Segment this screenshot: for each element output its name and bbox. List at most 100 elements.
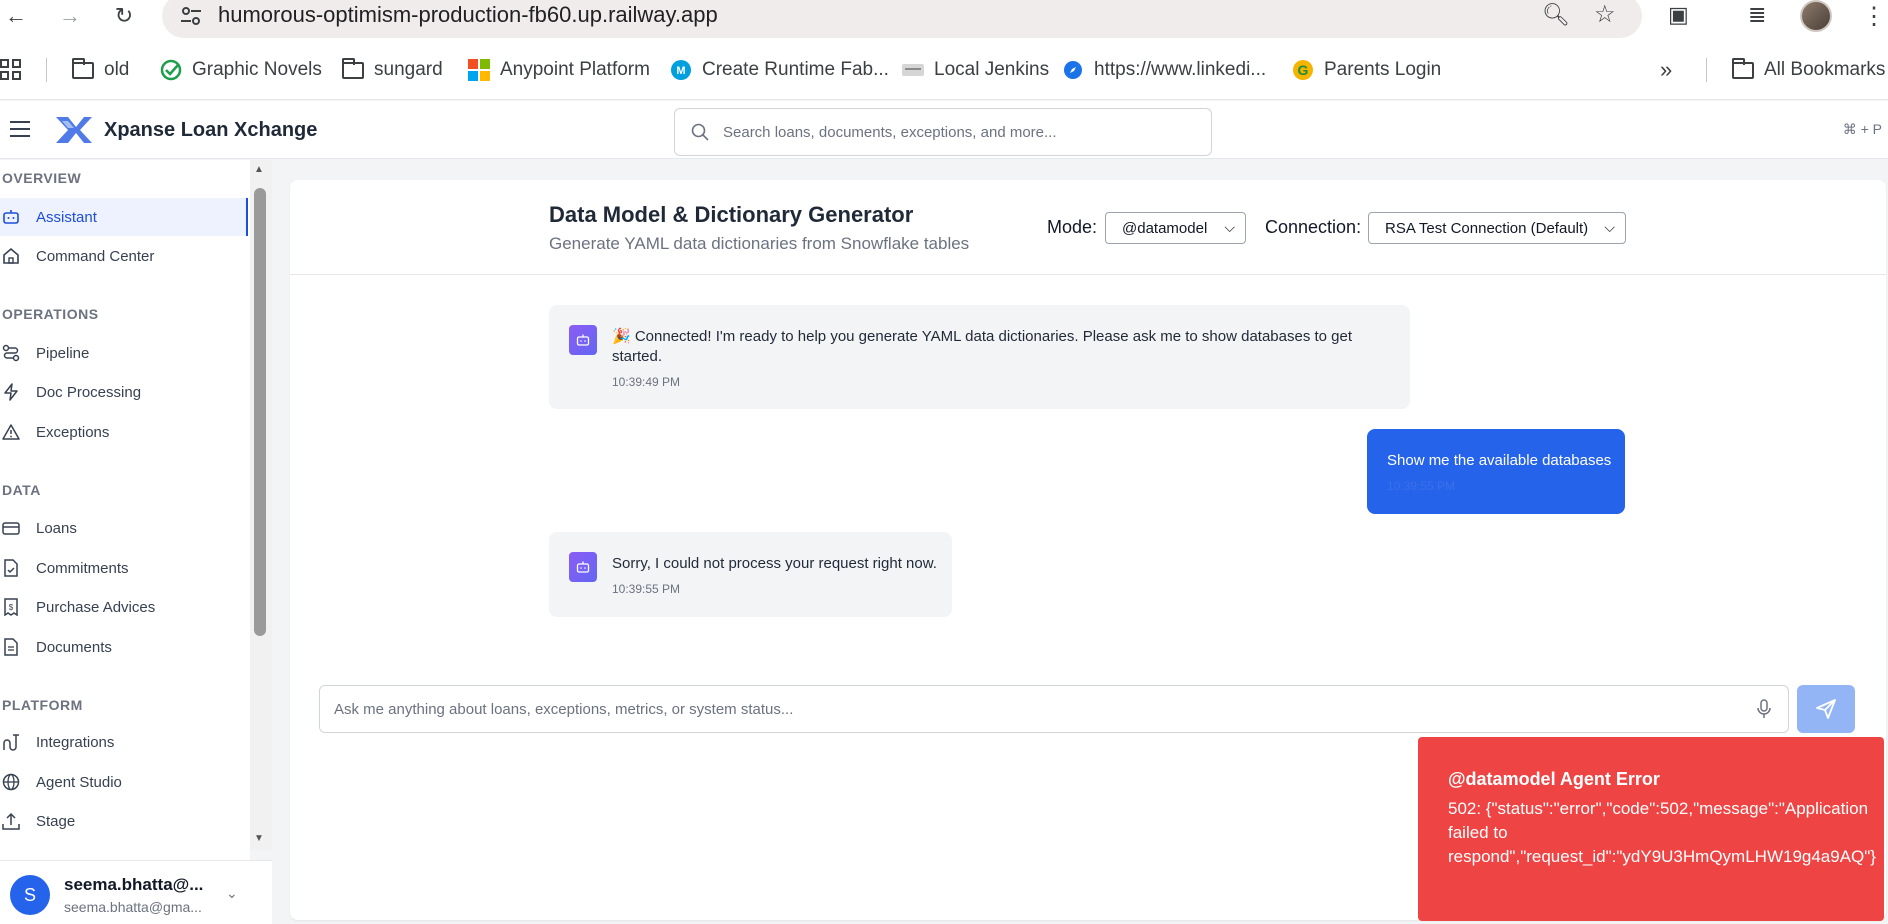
bookmark-star-icon[interactable]: ☆	[1594, 0, 1616, 29]
sidebar-item-command-center[interactable]: Command Center	[0, 237, 248, 275]
app-header: Xpanse Loan Xchange ⌘ + P	[0, 101, 1888, 159]
toast-message: 502: {"status":"error","code":502,"messa…	[1448, 799, 1876, 866]
message-text: 🎉 Connected! I'm ready to help you gener…	[612, 328, 1353, 365]
sidebar-scrollbar[interactable]: ▲ ▼	[250, 160, 272, 850]
plug-icon	[2, 733, 20, 751]
message-timestamp: 10:39:55 PM	[1387, 479, 1456, 493]
scroll-down-icon[interactable]: ▼	[254, 833, 264, 844]
user-name: seema.bhatta@...	[64, 875, 204, 894]
section-overview: OVERVIEW	[2, 170, 82, 186]
menu-icon[interactable]	[10, 121, 30, 137]
all-bookmarks[interactable]: All Bookmarks	[1732, 56, 1885, 84]
send-icon	[1816, 699, 1836, 719]
section-platform: PLATFORM	[2, 697, 83, 713]
bookmark-runtime-fabric[interactable]: M Create Runtime Fab...	[670, 56, 889, 84]
bookmark-parents-login[interactable]: G Parents Login	[1292, 56, 1441, 84]
receipt-icon: $	[2, 598, 20, 616]
chat-input[interactable]	[334, 686, 1714, 732]
message-text: Sorry, I could not process your request …	[612, 555, 937, 572]
bookmarks-bar: old Graphic Novels sungard Anypoint Plat…	[0, 50, 1888, 90]
site-settings-icon[interactable]	[180, 6, 202, 26]
lightning-icon	[2, 383, 20, 401]
chevron-down-icon: ⌵	[1224, 219, 1235, 235]
mode-select[interactable]: @datamodel ⌵	[1105, 212, 1246, 244]
chat-composer[interactable]	[319, 685, 1789, 733]
svg-text:G: G	[1298, 62, 1309, 78]
sidebar-item-doc-processing[interactable]: Doc Processing	[0, 373, 248, 411]
reload-icon[interactable]: ↻	[110, 2, 138, 30]
bookmark-old[interactable]: old	[72, 56, 129, 84]
folder-icon	[72, 57, 94, 80]
folder-icon	[1732, 57, 1754, 80]
connection-select[interactable]: RSA Test Connection (Default) ⌵	[1368, 212, 1626, 244]
sidebar-item-purchase-advices[interactable]: $ Purchase Advices	[0, 588, 248, 626]
user-menu[interactable]: S seema.bhatta@... seema.bhatta@gma... ⌄	[0, 860, 272, 924]
bookmark-sungard[interactable]: sungard	[342, 56, 443, 84]
brand-name: Xpanse Loan Xchange	[104, 119, 318, 141]
send-button[interactable]	[1797, 685, 1855, 733]
chevron-down-icon[interactable]: ⌄	[226, 885, 238, 902]
sidebar-item-stage[interactable]: Stage	[0, 802, 248, 840]
folder-icon	[342, 57, 364, 80]
sidebar-item-commitments[interactable]: Commitments	[0, 549, 248, 587]
shortcut-hint: ⌘ + P	[1842, 121, 1882, 137]
bookmark-anypoint[interactable]: Anypoint Platform	[468, 56, 650, 84]
url-text[interactable]: humorous-optimism-production-fb60.up.rai…	[218, 2, 718, 28]
check-circle-icon	[160, 59, 182, 81]
chat-message-bot: 🎉 Connected! I'm ready to help you gener…	[549, 305, 1410, 409]
chat-message-user: Show me the available databases 10:39:55…	[1367, 429, 1625, 514]
file-check-icon	[2, 559, 20, 577]
section-operations: OPERATIONS	[2, 306, 99, 322]
apps-grid-icon[interactable]	[0, 56, 22, 84]
browser-chrome: ← → ↻ humorous-optimism-production-fb60.…	[0, 0, 1888, 100]
file-text-icon	[2, 638, 20, 656]
sidebar-item-assistant[interactable]: Assistant	[0, 198, 248, 236]
upload-icon	[2, 812, 20, 830]
avatar: S	[10, 875, 50, 915]
compass-icon	[1062, 60, 1084, 80]
sidebar-item-agent-studio[interactable]: Agent Studio	[0, 763, 248, 801]
sidebar-item-loans[interactable]: Loans	[0, 509, 248, 547]
sidebar-item-pipeline[interactable]: Pipeline	[0, 334, 248, 372]
zoom-icon[interactable]: 🔍︎	[1542, 2, 1570, 28]
mode-label: Mode:	[1047, 217, 1098, 237]
credit-card-icon	[2, 519, 20, 537]
forward-icon[interactable]: →	[56, 2, 84, 30]
bookmark-jenkins[interactable]: Local Jenkins	[902, 56, 1049, 84]
svg-text:M: M	[676, 65, 685, 77]
bookmark-linkedin[interactable]: https://www.linkedi...	[1062, 56, 1266, 84]
sidebar-item-exceptions[interactable]: Exceptions	[0, 413, 248, 451]
bot-icon	[2, 208, 20, 226]
global-search[interactable]	[674, 108, 1212, 156]
scroll-up-icon[interactable]: ▲	[254, 164, 264, 175]
back-icon[interactable]: ←	[2, 2, 30, 30]
browser-toolbar: ← → ↻ humorous-optimism-production-fb60.…	[0, 0, 1888, 38]
bookmarks-overflow-icon[interactable]: »	[1660, 56, 1672, 84]
browser-menu-icon[interactable]: ⋮	[1862, 2, 1886, 31]
sidebar-item-integrations[interactable]: Integrations	[0, 723, 248, 761]
tab-search-icon[interactable]: ▣	[1668, 2, 1689, 28]
chat-message-bot: Sorry, I could not process your request …	[549, 532, 952, 617]
home-icon	[2, 247, 20, 265]
svg-text:$: $	[9, 603, 14, 612]
chevron-down-icon: ⌵	[1604, 219, 1615, 235]
sidebar-item-documents[interactable]: Documents	[0, 628, 248, 666]
error-toast[interactable]: @datamodel Agent Error 502: {"status":"e…	[1418, 737, 1884, 921]
xpanse-logo-icon[interactable]	[54, 115, 94, 145]
card-icon	[902, 60, 924, 80]
user-email: seema.bhatta@gma...	[64, 899, 202, 915]
address-bar[interactable]: humorous-optimism-production-fb60.up.rai…	[162, 0, 1642, 38]
bookmark-graphic-novels[interactable]: Graphic Novels	[160, 56, 322, 84]
microphone-icon[interactable]	[1756, 699, 1772, 719]
media-controls-icon[interactable]: ≣	[1748, 2, 1766, 28]
scrollbar-thumb[interactable]	[254, 188, 266, 636]
warning-icon	[2, 423, 20, 441]
search-input[interactable]	[723, 109, 1193, 155]
message-timestamp: 10:39:55 PM	[612, 582, 681, 596]
toast-title: @datamodel Agent Error	[1448, 769, 1660, 789]
bot-icon	[569, 552, 597, 582]
message-text: Show me the available databases	[1387, 452, 1612, 469]
profile-avatar[interactable]	[1800, 0, 1832, 32]
microsoft-icon	[468, 59, 490, 81]
section-data: DATA	[2, 482, 41, 498]
